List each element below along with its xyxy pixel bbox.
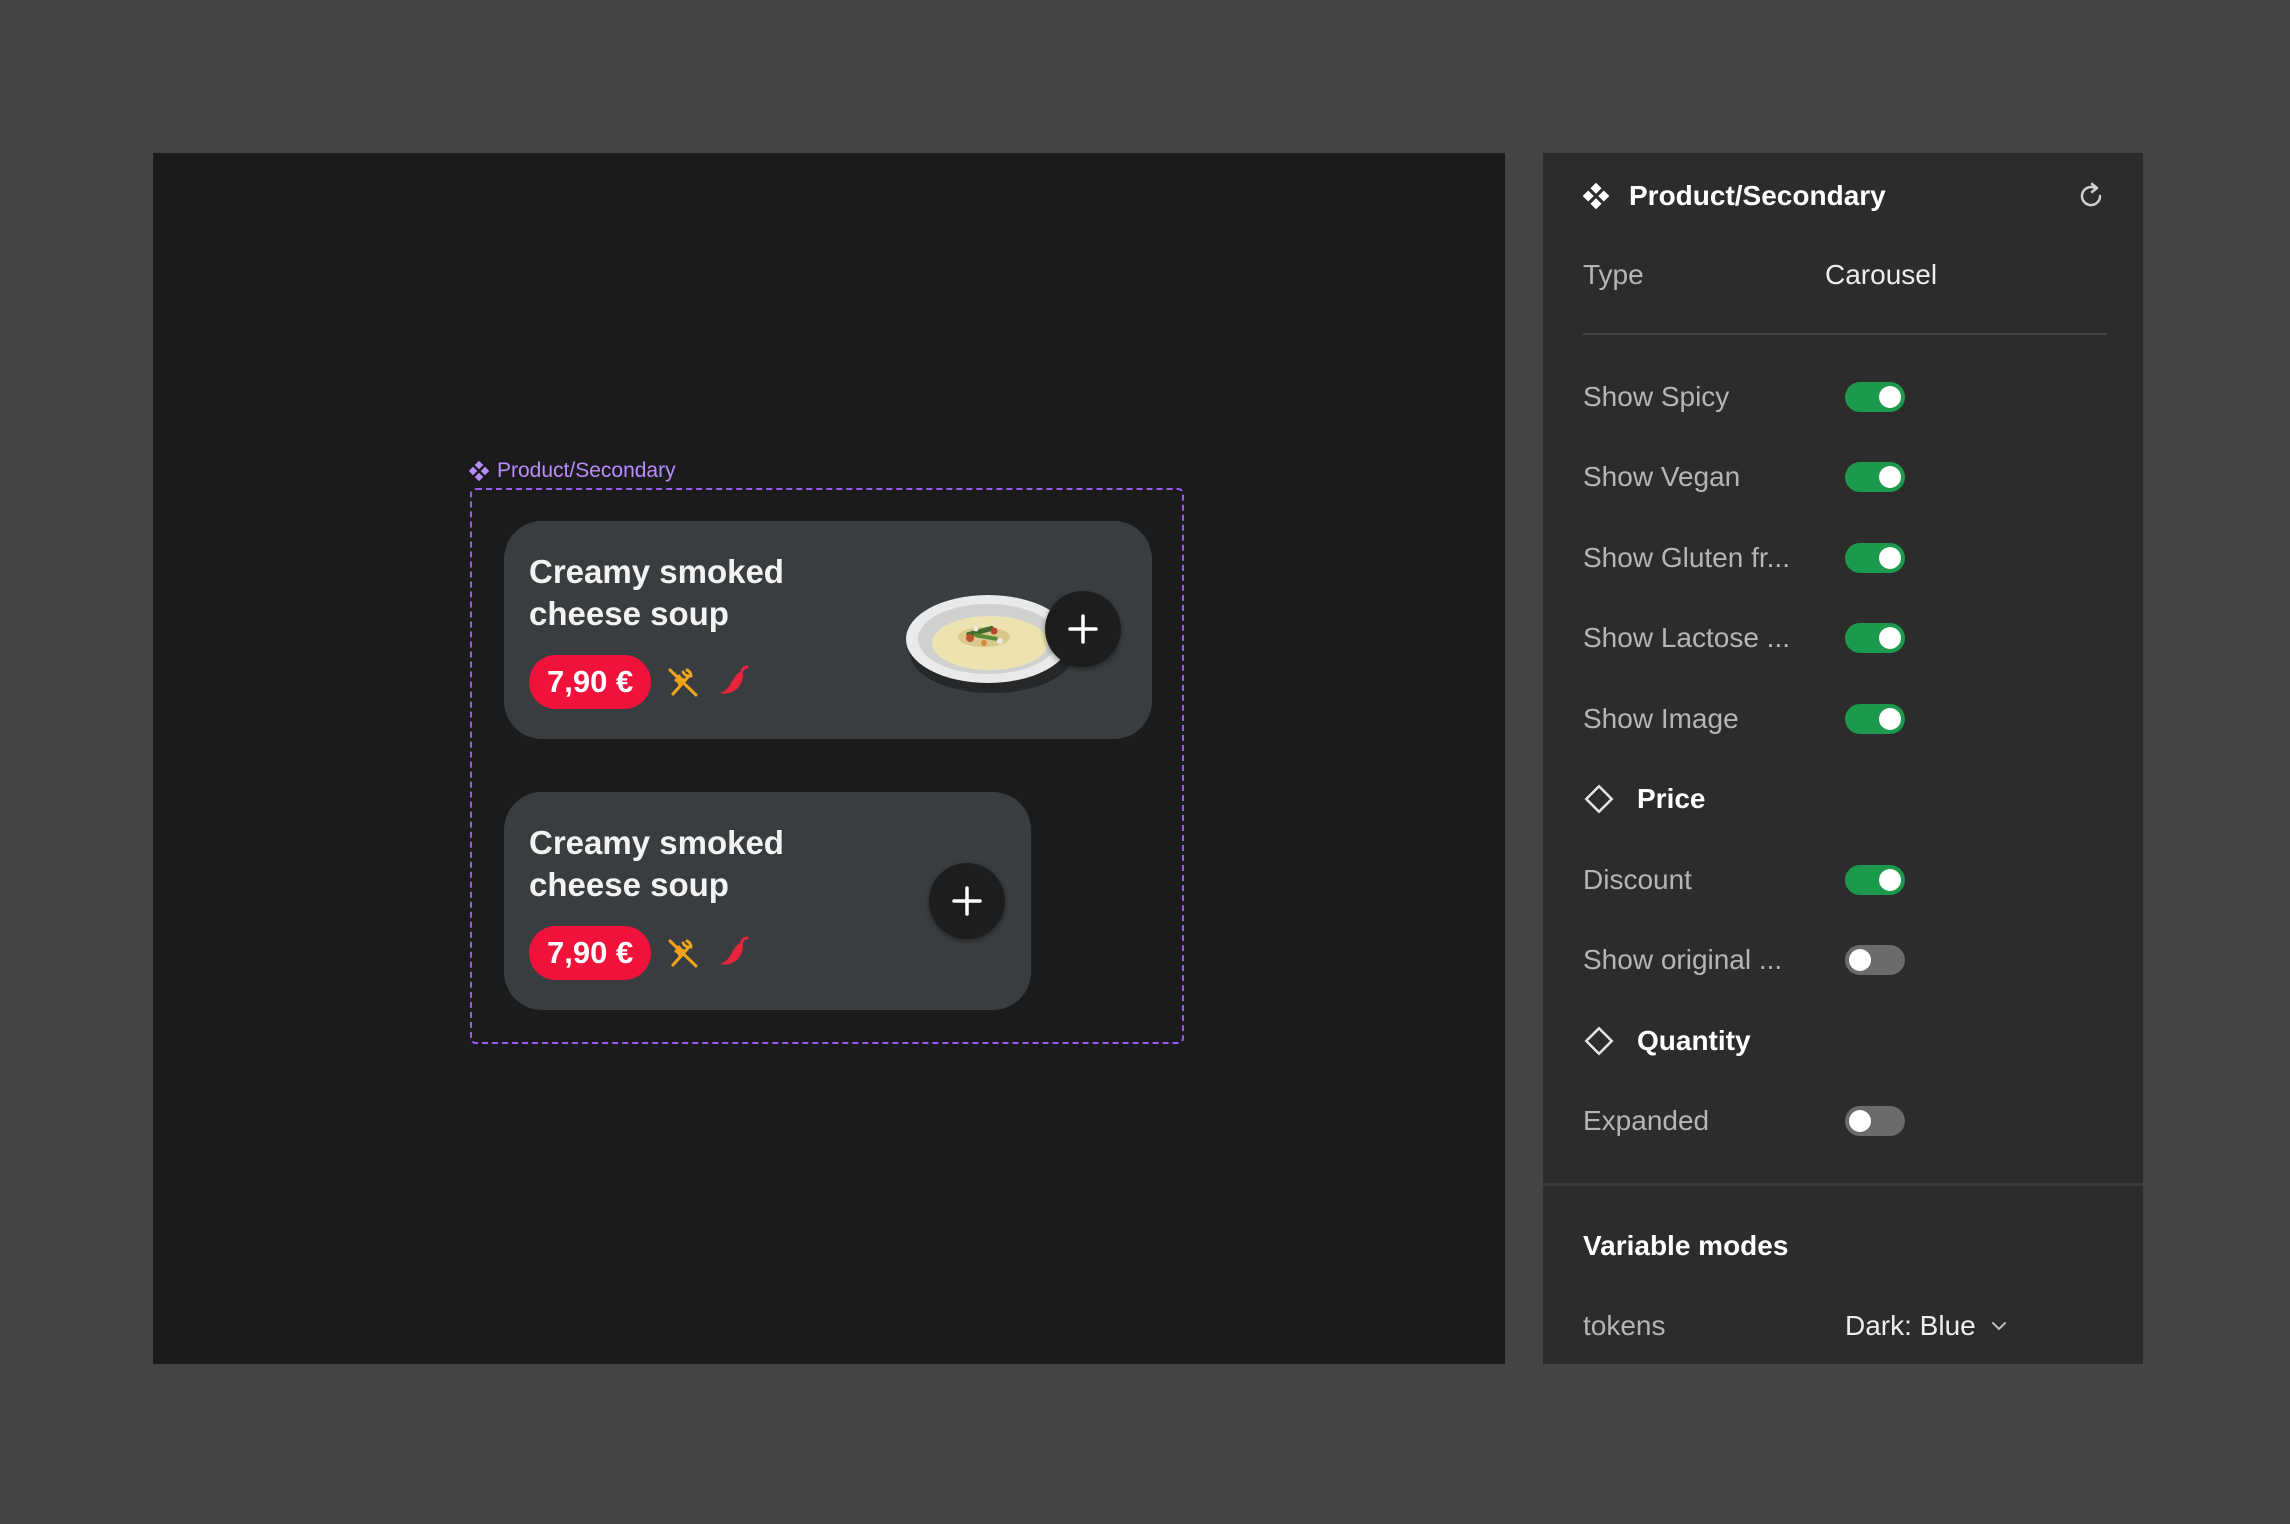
toggle-label: Show Gluten fr... [1583,542,1790,573]
price-badge: 7,90 € [529,926,652,980]
gluten-free-icon [668,939,698,968]
type-label: Type [1583,259,1644,290]
diamond-icon [1584,784,1614,814]
add-to-cart-button[interactable] [929,863,1005,939]
variable-modes-title: Variable modes [1583,1230,1789,1261]
toggle-label: Show Lactose ... [1583,622,1791,653]
toggle-label: Show Spicy [1583,381,1730,412]
product-title: Creamy smoked cheese soup [529,824,784,903]
chili-icon [720,665,749,694]
quantity-section-header: Quantity [1583,1019,2107,1063]
show-image-toggle[interactable] [1845,704,1905,734]
discount-toggle[interactable] [1845,865,1905,895]
plus-icon [952,886,982,916]
variable-mode-dropdown[interactable]: Dark: Blue [1845,1310,2008,1342]
toggle-row-show-spicy[interactable]: Show Spicy [1583,375,2107,419]
properties-panel: Product/Secondary Type Carousel Show Spi… [1543,153,2143,1364]
expanded-toggle[interactable] [1845,1106,1905,1136]
panel-header: Product/Secondary [1583,175,2107,217]
frame-label[interactable]: Product/Secondary [469,459,676,483]
price-badge: 7,90 € [529,655,652,709]
chevron-down-icon [1991,1322,2006,1330]
variable-mode-row[interactable]: tokens Dark: Blue [1583,1304,2107,1348]
show-gluten-free-toggle[interactable] [1845,543,1905,573]
divider [1583,333,2107,335]
toggle-row-show-lactose[interactable]: Show Lactose ... [1583,616,2107,660]
toggle-row-discount[interactable]: Discount [1583,858,2107,902]
section-title: Price [1637,783,1706,814]
price-section-header: Price [1583,777,2107,821]
section-title: Quantity [1637,1025,1751,1056]
type-value[interactable]: Carousel [1825,259,1937,291]
show-vegan-toggle[interactable] [1845,462,1905,492]
toggle-label: Show Vegan [1583,461,1741,492]
toggle-row-show-original[interactable]: Show original ... [1583,938,2107,982]
component-icon [1583,183,1609,209]
chili-icon [720,936,749,965]
product-card[interactable]: Creamy smoked cheese soup 7,90 € [504,792,1031,1010]
show-original-toggle[interactable] [1845,945,1905,975]
plus-icon [1068,614,1098,644]
toggle-row-show-image[interactable]: Show Image [1583,697,2107,741]
section-divider [1543,1183,2143,1186]
toggle-row-expanded[interactable]: Expanded [1583,1099,2107,1143]
toggle-label: Show Image [1583,703,1739,734]
add-to-cart-button[interactable] [1045,591,1121,667]
panel-title: Product/Secondary [1629,180,1886,211]
toggle-row-show-vegan[interactable]: Show Vegan [1583,455,2107,499]
show-spicy-toggle[interactable] [1845,382,1905,412]
product-title: Creamy smoked cheese soup [529,553,784,632]
diamond-icon [1584,1026,1614,1056]
type-row[interactable]: Type Carousel [1583,253,2107,297]
price-row: 7,90 € [529,926,751,980]
toggle-label: Discount [1583,864,1692,895]
price-row: 7,90 € [529,655,751,709]
variable-modes-header: Variable modes [1583,1224,2107,1268]
gluten-free-icon [668,668,698,697]
toggle-label: Show original ... [1583,944,1783,975]
component-icon [469,461,489,481]
reset-icon[interactable] [2075,180,2107,212]
design-canvas[interactable]: Product/Secondary Creamy smoked cheese s… [153,153,1505,1364]
show-lactose-toggle[interactable] [1845,623,1905,653]
frame-label-text: Product/Secondary [497,459,676,482]
variable-mode-label: tokens [1583,1310,1666,1341]
product-card[interactable]: Creamy smoked cheese soup 7,90 € [504,521,1152,739]
toggle-row-show-gluten-free[interactable]: Show Gluten fr... [1583,536,2107,580]
toggle-label: Expanded [1583,1105,1710,1136]
variable-mode-value: Dark: Blue [1845,1310,1976,1341]
